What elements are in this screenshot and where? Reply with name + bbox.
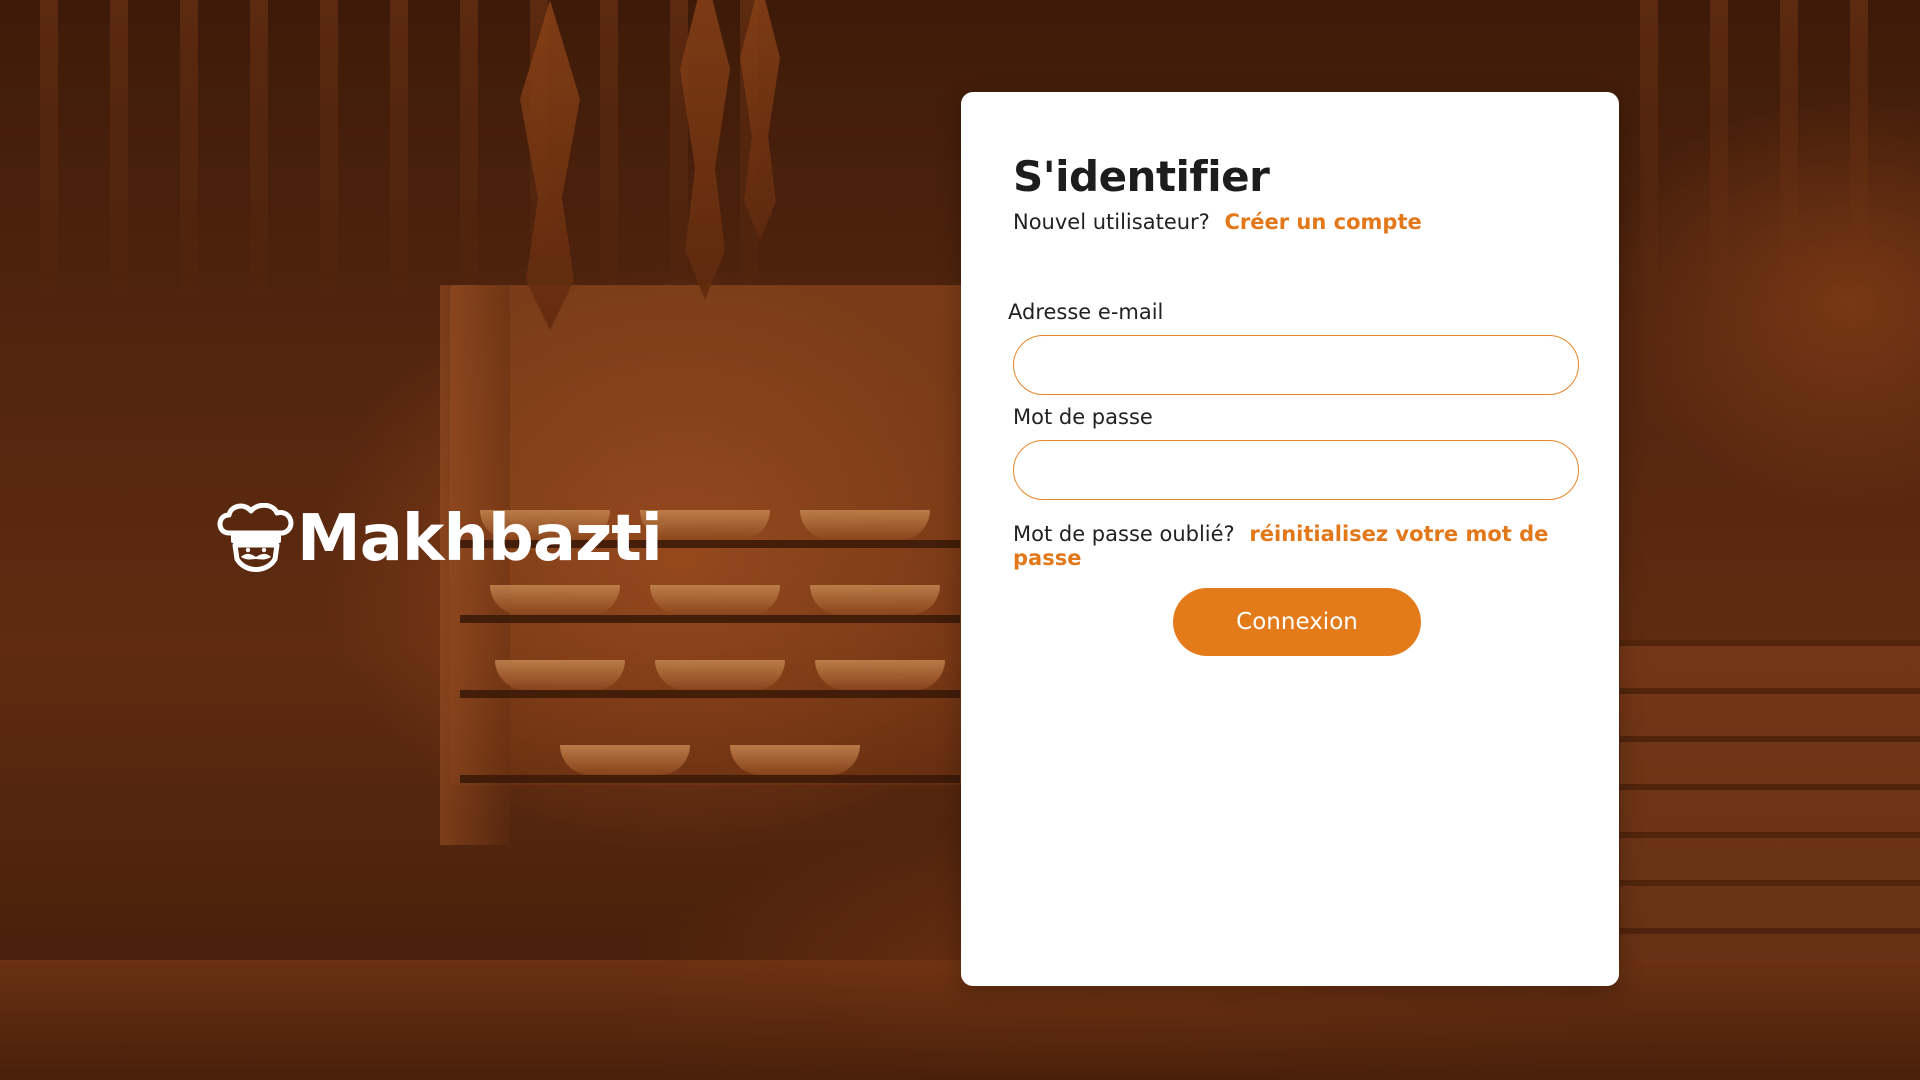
brand-logo: Makhbazti xyxy=(215,502,663,576)
chef-hat-mustache-icon xyxy=(217,503,294,572)
email-label: Adresse e-mail xyxy=(1008,300,1164,324)
forgot-password-prompt: Mot de passe oublié? réinitialisez votre… xyxy=(1013,522,1619,570)
email-field[interactable] xyxy=(1013,335,1579,395)
login-button[interactable]: Connexion xyxy=(1173,588,1421,656)
new-user-text: Nouvel utilisateur? xyxy=(1013,210,1210,234)
forgot-password-text: Mot de passe oublié? xyxy=(1013,522,1235,546)
create-account-link[interactable]: Créer un compte xyxy=(1225,210,1422,234)
password-field[interactable] xyxy=(1013,440,1579,500)
login-card: S'identifier Nouvel utilisateur? Créer u… xyxy=(961,92,1619,986)
page-title: S'identifier xyxy=(1013,152,1270,201)
password-label: Mot de passe xyxy=(1013,405,1153,429)
signup-prompt: Nouvel utilisateur? Créer un compte xyxy=(1013,210,1422,234)
login-page: Makhbazti S'identifier Nouvel utilisateu… xyxy=(0,0,1920,1080)
brand-name: Makhbazti xyxy=(297,502,663,576)
